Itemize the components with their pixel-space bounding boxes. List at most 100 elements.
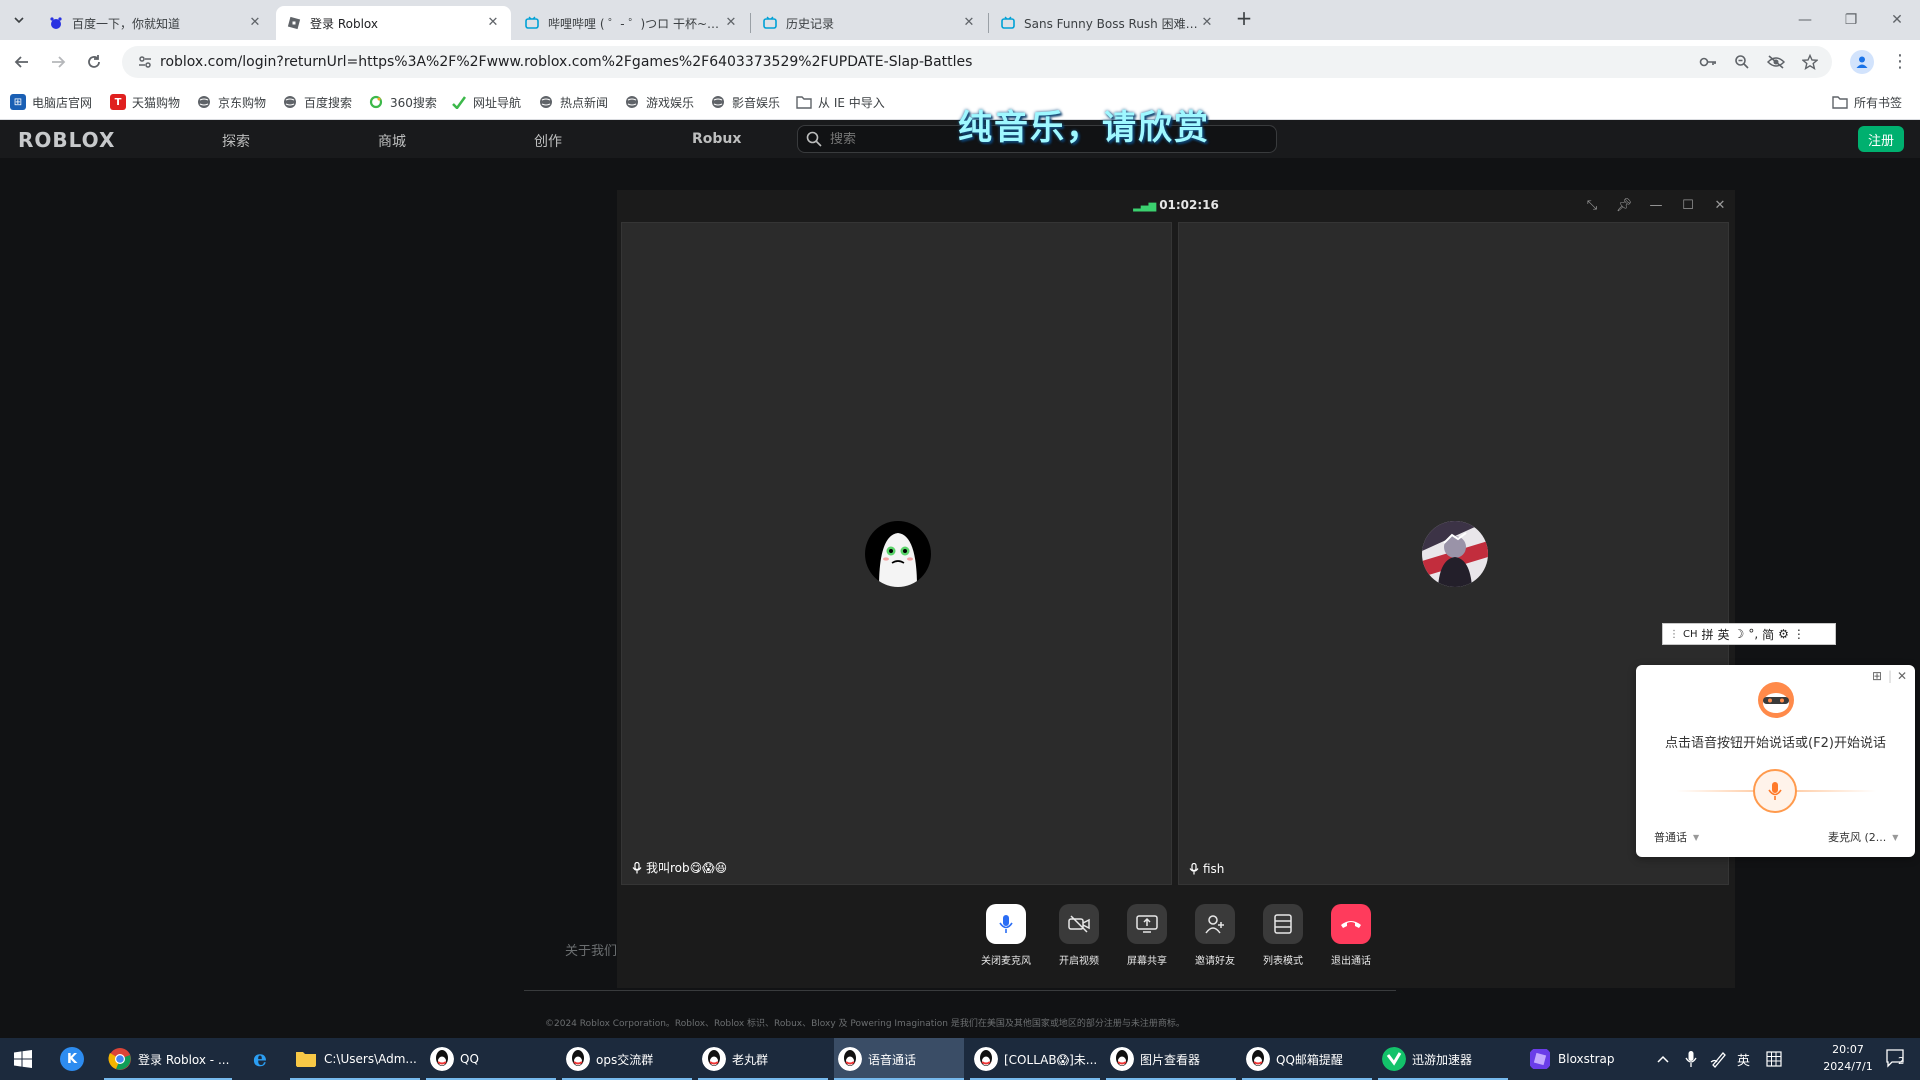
bookmark-item[interactable]: 京东购物 xyxy=(196,92,266,112)
star-icon[interactable] xyxy=(1800,52,1820,72)
close-icon[interactable]: ✕ xyxy=(723,15,739,31)
nav-marketplace[interactable]: 商城 xyxy=(378,131,406,151)
bookmark-item[interactable]: 360搜索 xyxy=(368,92,437,112)
bookmark-item[interactable]: 百度搜索 xyxy=(282,92,352,112)
nav-explore[interactable]: 探索 xyxy=(222,131,250,151)
back-button[interactable] xyxy=(8,48,36,76)
close-call-button[interactable]: ✕ xyxy=(1710,196,1730,216)
ime-simplified[interactable]: 简 xyxy=(1762,626,1774,643)
kugou-icon[interactable]: K xyxy=(50,1038,94,1080)
maximize-call-button[interactable]: ☐ xyxy=(1678,196,1698,216)
minimize-call-button[interactable]: — xyxy=(1646,196,1666,216)
qq-penguin-icon xyxy=(1246,1047,1270,1071)
nav-create[interactable]: 创作 xyxy=(534,131,562,151)
site-info-button[interactable] xyxy=(130,54,160,70)
bookmark-item[interactable]: 网址导航 xyxy=(451,92,521,112)
tray-microphone-icon[interactable] xyxy=(1685,1038,1697,1080)
bookmark-item[interactable]: 游戏娱乐 xyxy=(624,92,694,112)
tab-roblox-login[interactable]: 登录 Roblox ✕ xyxy=(276,6,511,40)
taskbar-laowan-group[interactable]: 老丸群 xyxy=(698,1038,828,1080)
taskbar-collab[interactable]: [COLLAB😱]未... xyxy=(970,1038,1100,1080)
signup-button[interactable]: 注册 xyxy=(1858,126,1904,152)
profile-avatar-button[interactable] xyxy=(1850,50,1874,74)
bookmark-item[interactable]: T 天猫购物 xyxy=(110,92,180,112)
grid-icon[interactable]: ⊞ xyxy=(1872,669,1882,683)
taskbar-chrome[interactable]: 登录 Roblox - ... xyxy=(104,1038,232,1080)
tray-pen-icon[interactable] xyxy=(1710,1038,1728,1080)
close-window-button[interactable]: ✕ xyxy=(1874,0,1920,40)
close-icon[interactable]: ✕ xyxy=(1199,15,1215,31)
video-toggle-button[interactable]: 开启视频 xyxy=(1044,904,1114,967)
ime-halfwidth[interactable]: ☽ xyxy=(1734,627,1745,641)
bookmark-item[interactable]: ⊞ 电脑店官网 xyxy=(10,92,92,112)
tray-overflow-icon[interactable] xyxy=(1657,1038,1669,1080)
screen-share-button[interactable]: 屏幕共享 xyxy=(1112,904,1182,967)
new-tab-button[interactable]: + xyxy=(1233,8,1255,30)
tray-keyboard-icon[interactable] xyxy=(1766,1038,1782,1080)
url-text[interactable]: roblox.com/login?returnUrl=https%3A%2F%2… xyxy=(160,54,972,70)
taskbar-qq[interactable]: QQ xyxy=(426,1038,556,1080)
tab-baidu[interactable]: 百度一下，你就知道 ✕ xyxy=(38,6,273,40)
ime-pinyin[interactable]: 拼 xyxy=(1702,626,1714,643)
minimize-button[interactable]: — xyxy=(1782,0,1828,40)
taskbar-voice-call[interactable]: 语音通话 xyxy=(834,1038,964,1080)
drag-handle-icon[interactable]: ⋮ xyxy=(1669,629,1679,640)
more-menu-icon[interactable]: ⋮ xyxy=(1888,50,1912,74)
close-icon[interactable]: ✕ xyxy=(247,15,263,31)
mic-button-circle[interactable] xyxy=(986,904,1026,944)
language-select[interactable]: 普通话 ▼ xyxy=(1654,828,1699,846)
zoom-icon[interactable] xyxy=(1732,52,1752,72)
nav-robux[interactable]: Robux xyxy=(692,131,741,147)
microphone-select[interactable]: 麦克风 (2... ▼ xyxy=(1828,828,1898,846)
forward-button[interactable] xyxy=(44,48,72,76)
ime-settings-icon[interactable]: ⚙ xyxy=(1778,627,1789,641)
bookmark-item[interactable]: 热点新闻 xyxy=(538,92,608,112)
taskbar-ie[interactable]: e xyxy=(242,1038,278,1080)
roblox-logo[interactable]: ROBLOX xyxy=(18,128,115,152)
tab-sans-boss-rush[interactable]: Sans Funny Boss Rush 困难模式 ✕ xyxy=(990,6,1225,40)
mute-mic-button[interactable]: 关闭麦克风 xyxy=(971,904,1041,967)
system-clock[interactable]: 20:07 2024/7/1 xyxy=(1817,1041,1879,1075)
taskbar-xunyou[interactable]: 迅游加速器 xyxy=(1378,1038,1508,1080)
taskbar-qq-mail[interactable]: QQ邮箱提醒 xyxy=(1242,1038,1372,1080)
close-icon[interactable]: ✕ xyxy=(485,15,501,31)
ime-mode-ch[interactable]: CH xyxy=(1683,629,1698,640)
eye-off-icon[interactable] xyxy=(1766,52,1786,72)
hang-up-circle[interactable] xyxy=(1331,904,1371,944)
collapse-icon[interactable]: ⤡ xyxy=(1582,196,1602,216)
address-bar[interactable]: roblox.com/login?returnUrl=https%3A%2F%2… xyxy=(122,46,1832,78)
close-icon[interactable]: ✕ xyxy=(1897,669,1907,683)
taskbar-bloxstrap[interactable]: Bloxstrap xyxy=(1514,1038,1644,1080)
invite-circle[interactable] xyxy=(1195,904,1235,944)
list-mode-button[interactable]: 列表模式 xyxy=(1248,904,1318,967)
footer-about-link[interactable]: 关于我们 xyxy=(565,940,617,959)
reload-button[interactable] xyxy=(80,48,108,76)
tab-history[interactable]: 历史记录 ✕ xyxy=(752,6,987,40)
ime-more[interactable]: ⋮ xyxy=(1793,627,1805,641)
ime-english[interactable]: 英 xyxy=(1718,626,1730,643)
taskbar-image-viewer[interactable]: 图片查看器 xyxy=(1106,1038,1236,1080)
tray-ime-indicator[interactable]: 英 xyxy=(1737,1038,1750,1080)
notification-center-button[interactable]: 2 xyxy=(1880,1038,1914,1080)
control-label: 退出通话 xyxy=(1331,956,1371,967)
screen-share-circle[interactable] xyxy=(1127,904,1167,944)
invite-friend-button[interactable]: 邀请好友 xyxy=(1180,904,1250,967)
tab-bilibili[interactable]: 哔哩哔哩 ( ゜- ゜)つロ 干杯~-bilibili ✕ xyxy=(514,6,749,40)
restore-button[interactable]: ❐ xyxy=(1828,0,1874,40)
hang-up-button[interactable]: 退出通话 xyxy=(1316,904,1386,967)
password-key-icon[interactable] xyxy=(1698,52,1718,72)
list-mode-circle[interactable] xyxy=(1263,904,1303,944)
tab-search-button[interactable] xyxy=(6,7,32,33)
video-button-circle[interactable] xyxy=(1059,904,1099,944)
voice-mic-button[interactable] xyxy=(1753,769,1797,813)
start-button[interactable] xyxy=(0,1038,46,1080)
pin-icon[interactable]: 📌︎ xyxy=(1614,196,1634,216)
bookmark-item[interactable]: 从 IE 中导入 xyxy=(796,92,885,112)
all-bookmarks-button[interactable]: 所有书签 xyxy=(1832,92,1902,112)
taskbar-explorer[interactable]: C:\Users\Adm... xyxy=(290,1038,420,1080)
taskbar-ops-group[interactable]: ops交流群 xyxy=(562,1038,692,1080)
ime-punctuation[interactable]: °, xyxy=(1748,627,1758,641)
bookmark-item[interactable]: 影音娱乐 xyxy=(710,92,780,112)
close-icon[interactable]: ✕ xyxy=(961,15,977,31)
chevron-down-icon: ▼ xyxy=(1693,832,1700,842)
